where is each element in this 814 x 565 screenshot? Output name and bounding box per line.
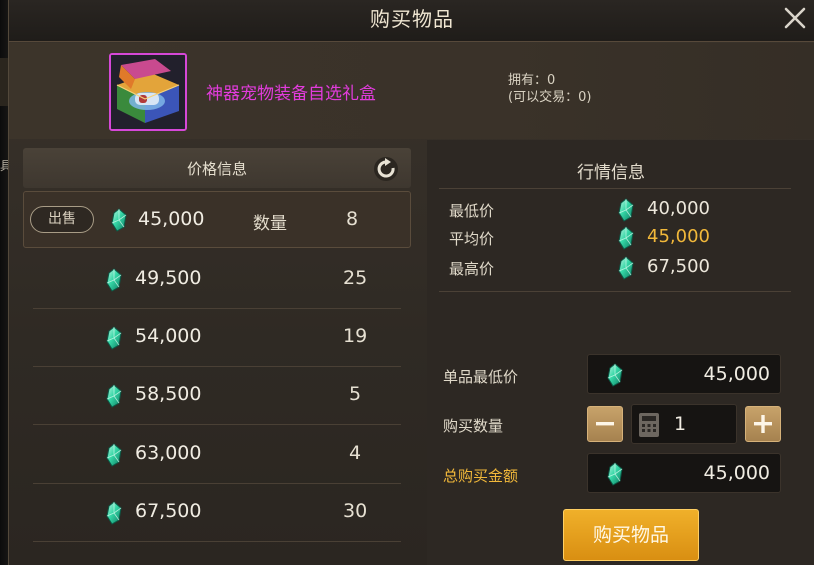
title-bar: 购买物品	[9, 0, 814, 42]
lowest-price-label: 最低价	[449, 202, 495, 220]
green-gem-icon	[606, 363, 624, 387]
quantity-input[interactable]: 1	[631, 404, 737, 444]
item-header: 神器宠物装备自选礼盒 拥有：0 (可以交易：0)	[9, 43, 814, 139]
listing-quantity: 4	[349, 442, 362, 464]
listing-quantity: 5	[349, 383, 362, 405]
total-amount-field: 45,000	[587, 453, 781, 493]
green-gem-icon	[105, 268, 123, 292]
decrease-button[interactable]	[587, 406, 623, 442]
unit-min-price-label: 单品最低价	[443, 368, 519, 386]
buy-button[interactable]: 购买物品	[563, 509, 699, 561]
lowest-price-value: 40,000	[647, 198, 710, 219]
owned-count: 拥有：0	[508, 73, 556, 88]
price-info-panel: 价格信息 出售 45,000 数量 8 49,500 25 54,000 19 …	[23, 148, 411, 565]
gift-box-icon	[109, 53, 187, 131]
green-gem-icon	[105, 501, 123, 525]
green-gem-icon	[617, 198, 635, 222]
listing-quantity: 30	[343, 500, 368, 522]
average-price-value: 45,000	[647, 226, 710, 247]
refresh-icon[interactable]	[373, 156, 399, 182]
purchase-dialog: 购买物品 神器宠物装备自选礼盒 拥有：0 (可以交易：0) 价格信息 出售 45…	[8, 0, 814, 565]
unit-min-price-value: 45,000	[703, 363, 770, 385]
row-divider	[33, 541, 401, 542]
total-amount-label: 总购买金额	[443, 467, 519, 485]
green-gem-icon	[105, 443, 123, 467]
green-gem-icon	[105, 326, 123, 350]
listing-price: 45,000	[138, 208, 205, 230]
listing-price: 67,500	[135, 500, 202, 522]
price-info-header: 价格信息	[23, 148, 411, 188]
unit-min-price-field: 45,000	[587, 354, 781, 394]
row-divider	[33, 424, 401, 425]
listing-row[interactable]: 58,500 5	[23, 367, 411, 425]
market-stats: 最低价 40,000 平均价 45,000 最高价 67,500	[439, 188, 791, 292]
green-gem-icon	[105, 384, 123, 408]
dialog-title: 购买物品	[370, 7, 454, 31]
listing-row[interactable]: 49,500 25	[23, 251, 411, 309]
green-gem-icon	[110, 208, 128, 232]
highest-price-label: 最高价	[449, 260, 495, 278]
market-panel: 行情信息 最低价 40,000 平均价 45,000 最高价 67,500 单品…	[427, 140, 814, 565]
listing-price: 49,500	[135, 267, 202, 289]
listing-price: 63,000	[135, 442, 202, 464]
average-price-label: 平均价	[449, 230, 495, 248]
listing-price: 58,500	[135, 383, 202, 405]
listing-row[interactable]: 63,000 4	[23, 426, 411, 484]
total-amount-value: 45,000	[703, 462, 770, 484]
highest-price-value: 67,500	[647, 256, 710, 277]
increase-button[interactable]	[745, 406, 781, 442]
listing-row-selected[interactable]: 出售 45,000 数量 8	[23, 191, 411, 248]
quantity-label: 数量	[253, 214, 287, 234]
listing-row[interactable]: 54,000 19	[23, 309, 411, 367]
sell-button[interactable]: 出售	[30, 206, 94, 233]
quantity-value: 1	[674, 413, 687, 435]
market-info-title: 行情信息	[577, 163, 645, 183]
listing-quantity: 25	[343, 267, 368, 289]
calculator-icon	[639, 413, 659, 437]
green-gem-icon	[617, 256, 635, 280]
green-gem-icon	[617, 226, 635, 250]
close-icon[interactable]	[779, 2, 811, 34]
price-info-title: 价格信息	[186, 160, 247, 178]
listing-quantity: 19	[343, 325, 368, 347]
green-gem-icon	[606, 462, 624, 486]
tradable-count: (可以交易：0)	[508, 90, 592, 105]
owned-info: 拥有：0 (可以交易：0)	[508, 72, 591, 106]
quantity-label: 购买数量	[443, 417, 504, 435]
listing-quantity: 8	[346, 208, 359, 230]
item-name: 神器宠物装备自选礼盒	[206, 84, 376, 104]
listing-price: 54,000	[135, 325, 202, 347]
listing-row[interactable]: 67,500 30	[23, 484, 411, 542]
